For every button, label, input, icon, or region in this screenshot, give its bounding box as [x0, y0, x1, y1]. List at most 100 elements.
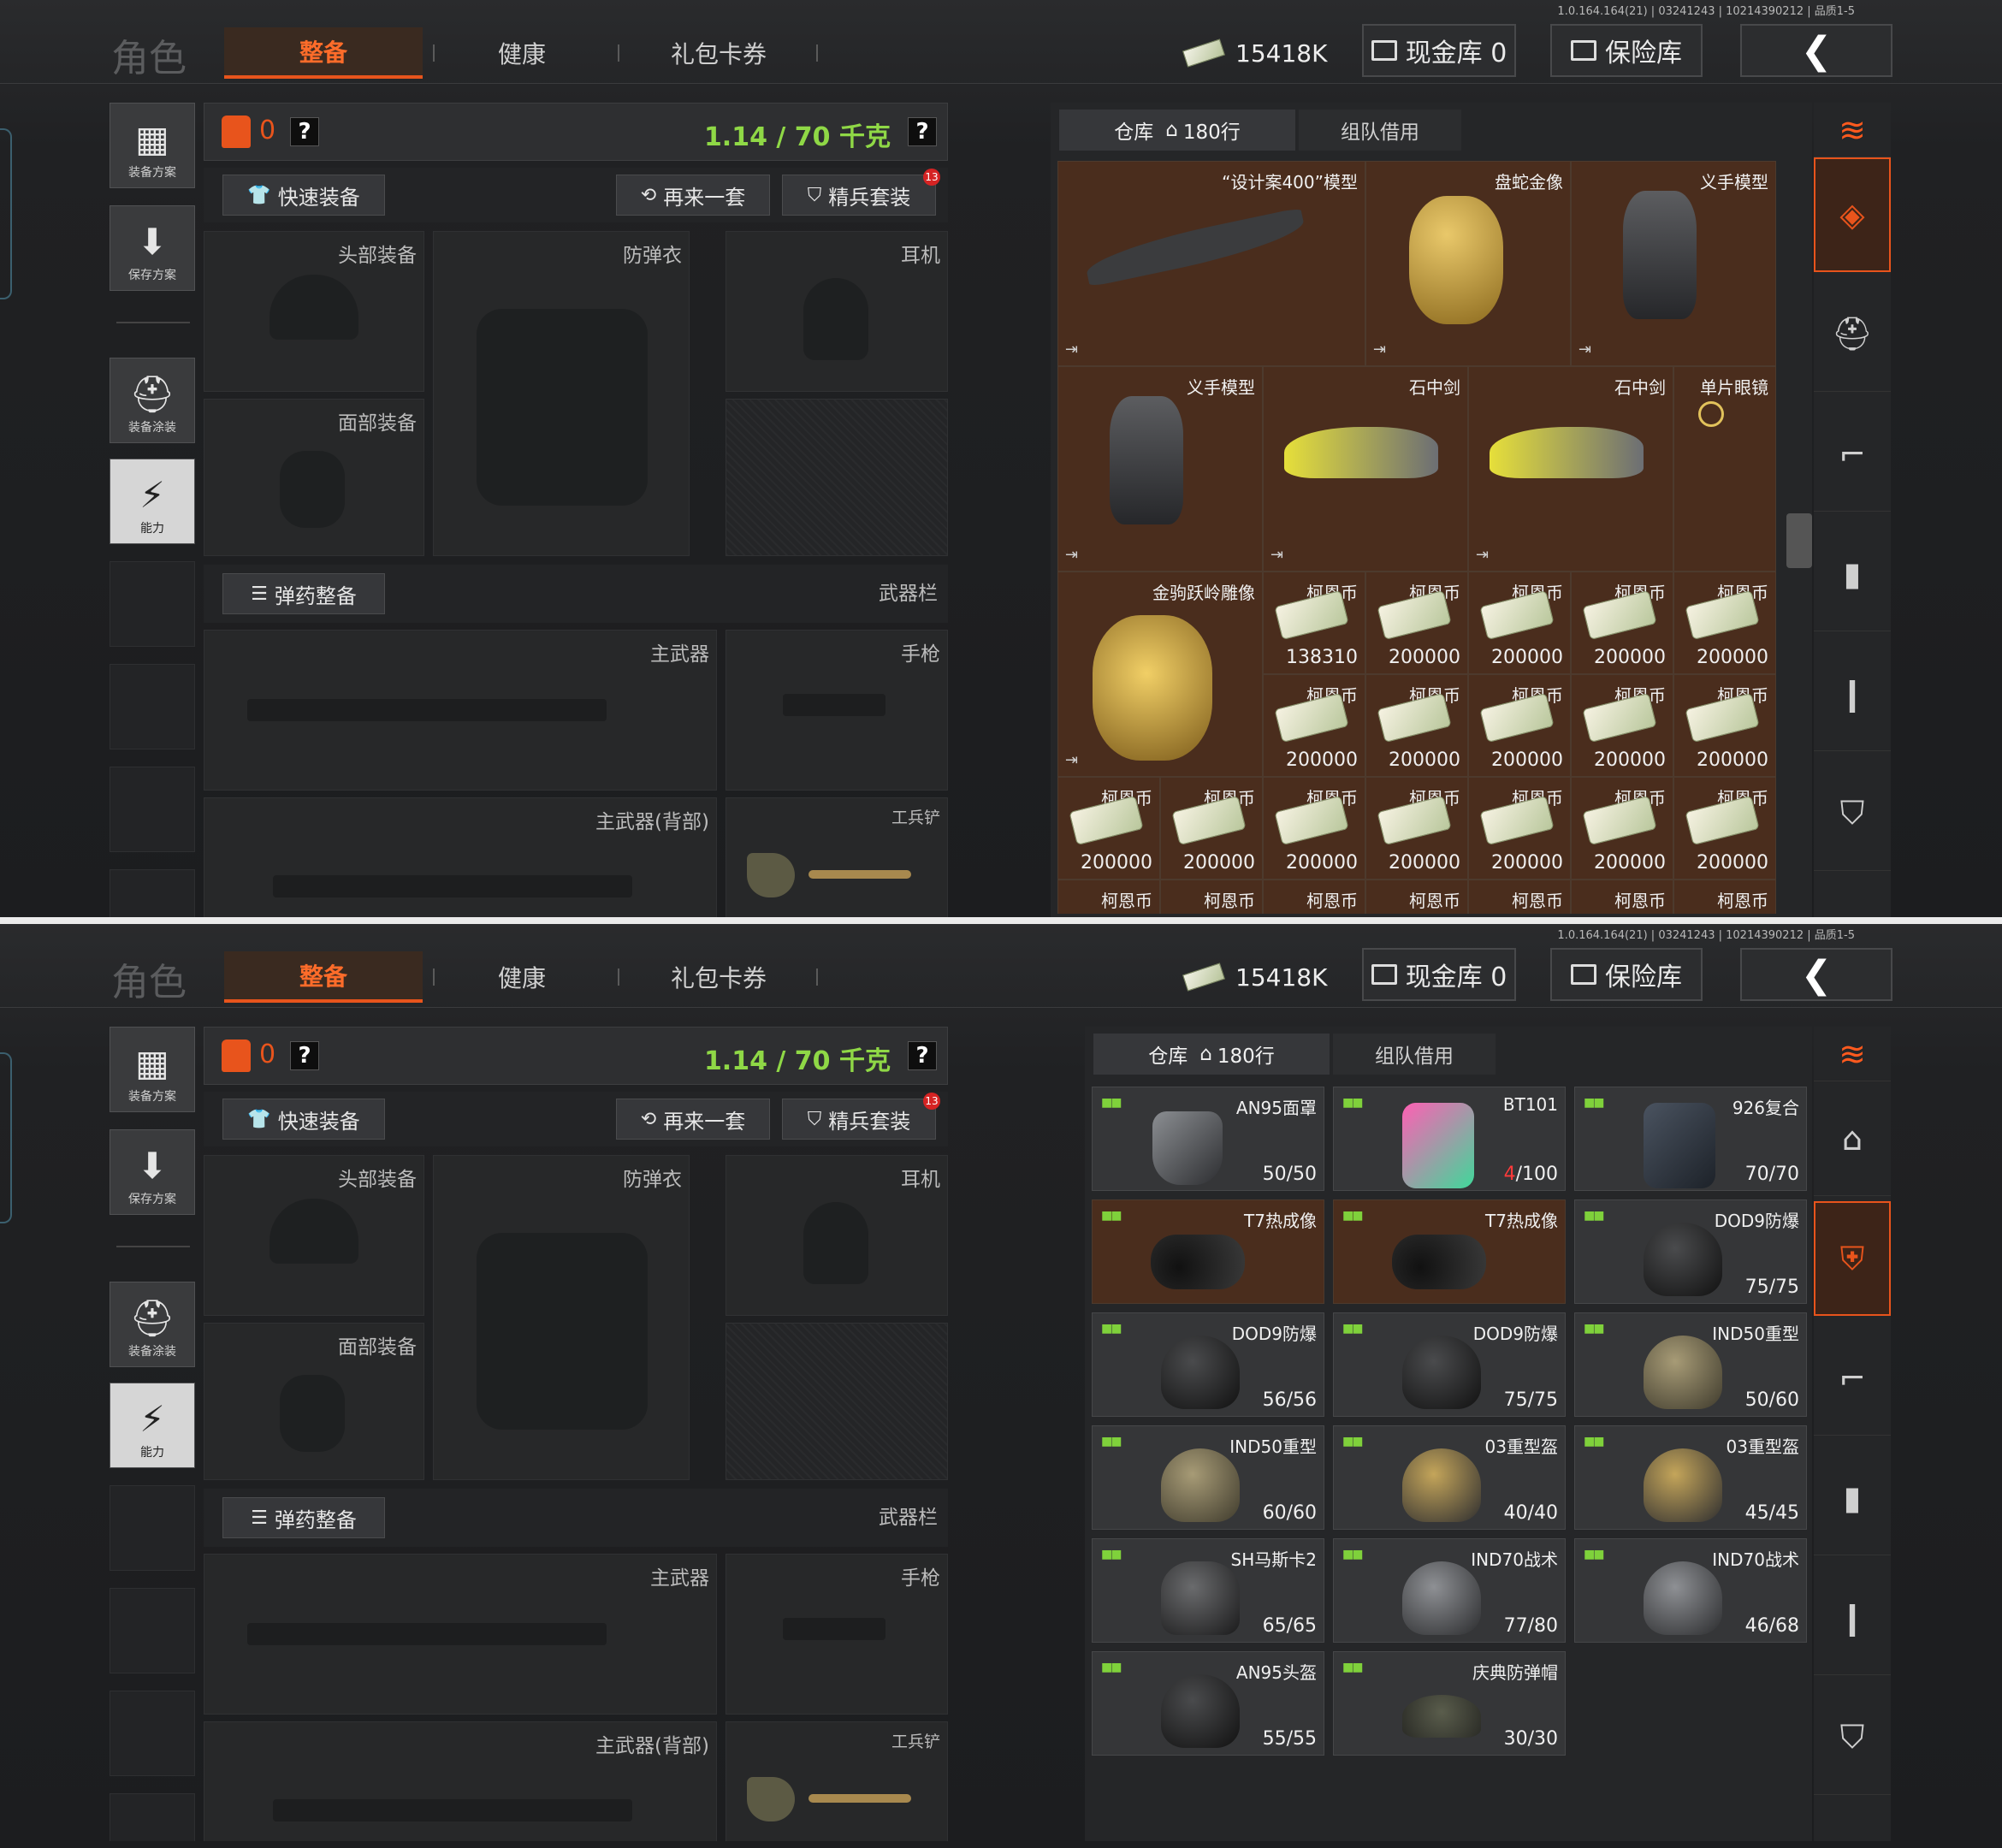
equipment-plan-button[interactable]: ▦ 装备方案 — [110, 1027, 195, 1112]
coin-stack-item[interactable]: 柯恩币200000 — [1263, 777, 1365, 880]
face-slot[interactable]: 面部装备 — [204, 399, 424, 556]
left-edge-tab[interactable] — [0, 128, 12, 299]
tab-gift-vouchers[interactable]: 礼包卡券 — [625, 27, 813, 79]
coin-stack-item[interactable]: 柯恩币200000 — [1673, 572, 1776, 674]
scrollbar-thumb[interactable] — [1786, 513, 1812, 568]
sidebar-home-button[interactable]: ⌂ — [1814, 1081, 1891, 1196]
coin-stack-item[interactable]: 柯恩币200000 — [1365, 674, 1468, 777]
coin-stack-item[interactable]: 柯恩币200000 — [1365, 572, 1468, 674]
elite-kit-button[interactable]: ⛉ 精兵套装 13 — [782, 169, 940, 216]
warehouse-item[interactable]: 金驹跃岭雕像 ⇥ — [1057, 572, 1263, 777]
ear-slot[interactable]: 耳机 — [726, 1155, 948, 1316]
weight-help-button[interactable]: ? — [908, 117, 937, 146]
coin-stack-item[interactable]: 柯恩币200000 — [1468, 777, 1571, 880]
left-edge-tab[interactable] — [0, 1052, 12, 1223]
primary-weapon-slot[interactable]: 主武器 — [204, 1554, 717, 1715]
coin-stack-item[interactable]: 柯恩币200000 — [1468, 572, 1571, 674]
help-button[interactable]: ? — [290, 117, 319, 146]
shovel-slot[interactable]: 工兵铲 — [726, 1721, 948, 1841]
sidebar-vest-category-button[interactable]: ⛉ — [1814, 1680, 1891, 1795]
sidebar-bullet-button[interactable]: ❙ — [1814, 1561, 1891, 1675]
warehouse-item-partial[interactable]: 柯恩币 — [1263, 880, 1365, 914]
ammo-prep-button[interactable]: ☰ 弹药整备 — [222, 1497, 385, 1538]
gear-item[interactable]: ■■ T7热成像 — [1333, 1199, 1566, 1304]
sidebar-helmet-category-button[interactable]: ⛑ — [1814, 277, 1891, 392]
warehouse-item[interactable]: 盘蛇金像 ⇥ — [1365, 161, 1571, 366]
warehouse-item-partial[interactable]: 柯恩币 — [1673, 880, 1776, 914]
coin-stack-item[interactable]: 柯恩币200000 — [1571, 674, 1673, 777]
primary-weapon-slot[interactable]: 主武器 — [204, 630, 717, 791]
again-button[interactable]: ⟲ 再来一套 — [616, 1099, 770, 1140]
armor-slot[interactable]: 防弹衣 — [433, 1155, 690, 1480]
equipment-plan-button[interactable]: ▦ 装备方案 — [110, 103, 195, 188]
gear-item[interactable]: ■■ 03重型盔 40/40 — [1333, 1425, 1566, 1530]
sidebar-rifle-button[interactable]: ⌐ — [1814, 1321, 1891, 1436]
coin-stack-item[interactable]: 柯恩币200000 — [1365, 777, 1468, 880]
warehouse-item[interactable]: 石中剑 ⇥ — [1263, 366, 1468, 572]
tab-gift-vouchers[interactable]: 礼包卡券 — [625, 951, 813, 1003]
ammo-prep-button[interactable]: ☰ 弹药整备 — [222, 573, 385, 614]
gear-item[interactable]: ■■ IND70战术 46/68 — [1574, 1538, 1807, 1643]
ability-button[interactable]: ⚡ 能力 — [110, 459, 195, 544]
ability-button[interactable]: ⚡ 能力 — [110, 1383, 195, 1468]
back-weapon-slot[interactable]: 主武器(背部) — [204, 797, 717, 917]
again-button[interactable]: ⟲ 再来一套 — [616, 175, 770, 216]
gear-item[interactable]: ■■ DOD9防爆 56/56 — [1092, 1312, 1324, 1417]
sidebar-magazine-button[interactable]: ▮ — [1814, 517, 1891, 631]
sidebar-rifle-button[interactable]: ⌐ — [1814, 397, 1891, 512]
tab-team-borrow[interactable]: 组队借用 — [1299, 110, 1461, 151]
tab-warehouse[interactable]: 仓库 ⌂ 180行 — [1059, 110, 1295, 151]
coin-stack-item[interactable]: 柯恩币200000 — [1673, 777, 1776, 880]
save-plan-button[interactable]: ⬇ 保存方案 — [110, 205, 195, 291]
gear-item[interactable]: ■■ IND50重型 50/60 — [1574, 1312, 1807, 1417]
sidebar-plus-button[interactable]: + — [1814, 876, 1891, 918]
safe-button[interactable]: 保险库 — [1550, 948, 1703, 1001]
gear-item[interactable]: ■■ DOD9防爆 75/75 — [1574, 1199, 1807, 1304]
gear-item[interactable]: ■■ 926复合 70/70 — [1574, 1087, 1807, 1191]
sidebar-layers-button[interactable]: ◈ — [1814, 157, 1891, 272]
warehouse-item-partial[interactable]: 柯恩币 — [1571, 880, 1673, 914]
tab-outfit[interactable]: 整备 — [224, 27, 423, 79]
cash-vault-button[interactable]: 现金库 0 — [1362, 24, 1516, 77]
coin-stack-item[interactable]: 柯恩币200000 — [1673, 674, 1776, 777]
help-button[interactable]: ? — [290, 1041, 319, 1070]
warehouse-item[interactable]: 义手模型 ⇥ — [1057, 366, 1263, 572]
warehouse-item-partial[interactable]: 柯恩币 — [1057, 880, 1160, 914]
equipment-paint-button[interactable]: ⛑ 装备涂装 — [110, 358, 195, 443]
tab-health[interactable]: 健康 — [445, 27, 599, 79]
ear-slot[interactable]: 耳机 — [726, 231, 948, 392]
sidebar-vest-category-button[interactable]: ⛉ — [1814, 756, 1891, 871]
back-button[interactable]: ❮ — [1740, 948, 1892, 1001]
safe-button[interactable]: 保险库 — [1550, 24, 1703, 77]
face-slot[interactable]: 面部装备 — [204, 1323, 424, 1480]
head-slot[interactable]: 头部装备 — [204, 231, 424, 392]
coin-stack-item[interactable]: 柯恩币200000 — [1571, 777, 1673, 880]
gear-item[interactable]: ■■ IND70战术 77/80 — [1333, 1538, 1566, 1643]
quick-equip-button[interactable]: 👕 快速装备 — [222, 1099, 385, 1140]
equipment-paint-button[interactable]: ⛑ 装备涂装 — [110, 1282, 195, 1367]
tab-team-borrow[interactable]: 组队借用 — [1333, 1034, 1496, 1075]
tab-outfit[interactable]: 整备 — [224, 951, 423, 1003]
warehouse-item-partial[interactable]: 柯恩币 — [1468, 880, 1571, 914]
gear-item[interactable]: ■■ SH马斯卡2 65/65 — [1092, 1538, 1324, 1643]
coin-stack-item[interactable]: 柯恩币200000 — [1263, 674, 1365, 777]
head-slot[interactable]: 头部装备 — [204, 1155, 424, 1316]
gear-item[interactable]: ■■ AN95面罩 50/50 — [1092, 1087, 1324, 1191]
warehouse-item-partial[interactable]: 柯恩币 — [1160, 880, 1263, 914]
warehouse-item-partial[interactable]: 柯恩币 — [1365, 880, 1468, 914]
sidebar-plus-button[interactable]: + — [1814, 1800, 1891, 1842]
sidebar-armor-category-button[interactable]: ⛨ — [1814, 1201, 1891, 1316]
warehouse-item[interactable]: 石中剑 ⇥ — [1468, 366, 1673, 572]
shovel-slot[interactable]: 工兵铲 — [726, 797, 948, 917]
weight-help-button[interactable]: ? — [908, 1041, 937, 1070]
tab-health[interactable]: 健康 — [445, 951, 599, 1003]
save-plan-button[interactable]: ⬇ 保存方案 — [110, 1129, 195, 1215]
coin-stack-item[interactable]: 柯恩币200000 — [1468, 674, 1571, 777]
warehouse-item[interactable]: 单片眼镜 — [1673, 366, 1776, 572]
gear-item[interactable]: ■■ 03重型盔 45/45 — [1574, 1425, 1807, 1530]
gear-item[interactable]: ■■ BT101 4/100 — [1333, 1087, 1566, 1191]
pistol-slot[interactable]: 手枪 — [726, 630, 948, 791]
warehouse-item[interactable]: “设计案400”模型 ⇥ — [1057, 161, 1365, 366]
sidebar-layers-refresh-button[interactable]: ≋ — [1814, 103, 1891, 157]
gear-item[interactable]: ■■ IND50重型 60/60 — [1092, 1425, 1324, 1530]
